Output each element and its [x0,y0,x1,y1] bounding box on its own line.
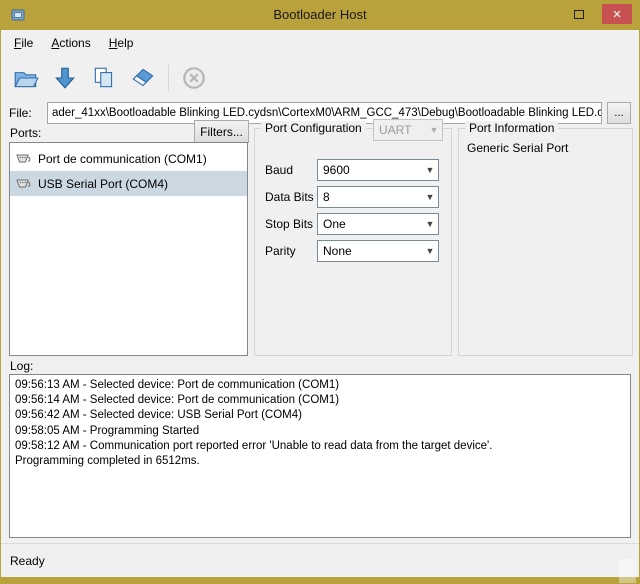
chevron-down-icon: ▼ [422,165,438,175]
chevron-down-icon: ▼ [422,192,438,202]
browse-button[interactable]: ... [607,102,631,124]
port-item-com1[interactable]: Port de communication (COM1) [10,146,247,171]
menu-help[interactable]: Help [100,31,143,55]
ports-list[interactable]: Port de communication (COM1) USB Serial … [9,142,248,356]
chevron-down-icon: ▼ [422,219,438,229]
baud-row: Baud 9600 ▼ [265,159,439,181]
caption-buttons: × [564,4,632,24]
status-text: Ready [10,554,45,568]
verify-button[interactable] [87,61,121,95]
abort-button[interactable] [177,61,211,95]
maximize-icon [574,10,584,19]
log-line: 09:56:14 AM - Selected device: Port de c… [15,393,625,408]
ports-label: Ports: [10,126,41,140]
log-line: 09:56:13 AM - Selected device: Port de c… [15,378,625,393]
toolbar [1,56,639,100]
bootloader-host-window: Bootloader Host × File Actions Help [0,0,640,584]
port-item-label: USB Serial Port (COM4) [38,177,168,191]
protocol-dropdown[interactable]: UART ▼ [373,119,443,141]
stop-bits-value: One [323,217,346,231]
stop-bits-label: Stop Bits [265,217,317,231]
log-line: 09:56:42 AM - Selected device: USB Seria… [15,408,625,423]
log-line: 09:58:05 AM - Programming Started [15,424,625,439]
filters-button[interactable]: Filters... [194,120,249,143]
log-line: 09:58:12 AM - Communication port reporte… [15,439,625,454]
maximize-button[interactable] [564,4,594,24]
open-file-button[interactable] [9,61,43,95]
toolbar-separator [168,65,169,91]
chevron-down-icon: ▼ [426,125,442,135]
baud-value: 9600 [323,163,350,177]
menu-actions[interactable]: Actions [42,31,99,55]
stop-bits-dropdown[interactable]: One ▼ [317,213,439,235]
port-configuration-title: Port Configuration [261,121,366,135]
port-item-com4[interactable]: USB Serial Port (COM4) [10,171,247,196]
protocol-value: UART [379,123,411,137]
erase-button[interactable] [126,61,160,95]
copy-pages-icon [91,65,117,91]
data-bits-dropdown[interactable]: 8 ▼ [317,186,439,208]
port-configuration-group: Port Configuration UART ▼ Baud 9600 ▼ Da… [254,128,452,356]
arrow-down-icon [52,65,78,91]
resize-grip[interactable] [619,559,636,583]
eraser-icon [129,64,157,92]
data-bits-label: Data Bits [265,190,317,204]
parity-dropdown[interactable]: None ▼ [317,240,439,262]
client-area: File Actions Help [1,30,639,577]
log-output[interactable]: 09:56:13 AM - Selected device: Port de c… [9,374,631,538]
baud-dropdown[interactable]: 9600 ▼ [317,159,439,181]
chevron-down-icon: ▼ [422,246,438,256]
parity-value: None [323,244,352,258]
baud-label: Baud [265,163,317,177]
program-button[interactable] [48,61,82,95]
menu-bar: File Actions Help [1,30,639,56]
log-line: Programming completed in 6512ms. [15,454,625,469]
file-label: File: [9,106,47,120]
data-bits-row: Data Bits 8 ▼ [265,186,439,208]
status-bar: Ready [1,543,639,577]
menu-file[interactable]: File [5,31,42,55]
data-bits-value: 8 [323,190,330,204]
parity-row: Parity None ▼ [265,240,439,262]
port-information-content: Generic Serial Port [467,141,568,155]
circle-x-icon [180,64,208,92]
port-item-label: Port de communication (COM1) [38,152,207,166]
parity-label: Parity [265,244,317,258]
titlebar[interactable]: Bootloader Host × [0,0,640,30]
serial-port-icon [15,176,31,191]
close-button[interactable]: × [602,4,632,24]
port-information-title: Port Information [465,121,558,135]
log-label: Log: [10,359,33,373]
open-folder-icon [12,64,40,92]
window-title: Bootloader Host [0,7,640,22]
serial-port-icon [15,151,31,166]
stop-bits-row: Stop Bits One ▼ [265,213,439,235]
port-information-group: Port Information Generic Serial Port [458,128,633,356]
